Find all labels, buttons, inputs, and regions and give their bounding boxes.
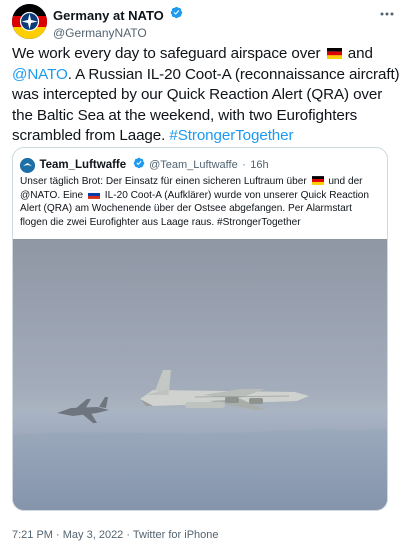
hashtag-link[interactable]: #StrongerTogether — [169, 127, 293, 144]
tweet-header: Germany at NATO @GermanyNATO — [12, 4, 397, 44]
tweet-source[interactable]: Twitter for iPhone — [133, 529, 219, 541]
quoted-tweet[interactable]: Team_Luftwaffe @Team_Luftwaffe · 16h Uns… — [12, 147, 388, 511]
quoted-text-part1: Unser täglich Brot: Der Einsatz für eine… — [20, 176, 307, 187]
tweet-card: Germany at NATO @GermanyNATO We work eve… — [0, 0, 409, 555]
tweet-text: We work every day to safeguard airspace … — [12, 44, 400, 147]
verified-badge-icon — [170, 6, 183, 24]
germany-flag-icon — [326, 45, 342, 59]
footer-separator: · — [126, 529, 131, 541]
tweet-time[interactable]: 7:21 PM — [12, 529, 53, 541]
footer-separator: · — [56, 529, 60, 541]
tweet-date[interactable]: May 3, 2022 — [63, 529, 124, 541]
author-handle[interactable]: @GermanyNATO — [53, 26, 183, 40]
quoted-separator: · — [242, 159, 246, 171]
tweet-footer: 7:21 PM · May 3, 2022 · Twitter for iPho… — [12, 529, 219, 541]
aircraft-intercept-photo[interactable] — [13, 239, 387, 510]
author-name[interactable]: Germany at NATO — [53, 8, 164, 23]
quoted-author-handle[interactable]: @Team_Luftwaffe — [149, 159, 238, 171]
tweet-text-part1: We work every day to safeguard airspace … — [12, 45, 321, 62]
germany-flag-icon — [311, 176, 324, 185]
verified-badge-icon — [133, 156, 145, 174]
more-options-icon[interactable] — [377, 6, 397, 22]
tweet-text-part2: and — [347, 45, 373, 62]
quoted-author-name[interactable]: Team_Luftwaffe — [39, 159, 126, 171]
quoted-age[interactable]: 16h — [250, 159, 268, 171]
nato-germany-avatar[interactable] — [12, 4, 47, 39]
quoted-tweet-header: Team_Luftwaffe @Team_Luftwaffe · 16h — [20, 156, 269, 174]
nato-mention-link[interactable]: @NATO — [12, 66, 68, 83]
luftwaffe-avatar[interactable] — [20, 157, 35, 173]
quoted-tweet-text: Unser täglich Brot: Der Einsatz für eine… — [20, 175, 380, 229]
russia-flag-icon — [87, 189, 101, 199]
